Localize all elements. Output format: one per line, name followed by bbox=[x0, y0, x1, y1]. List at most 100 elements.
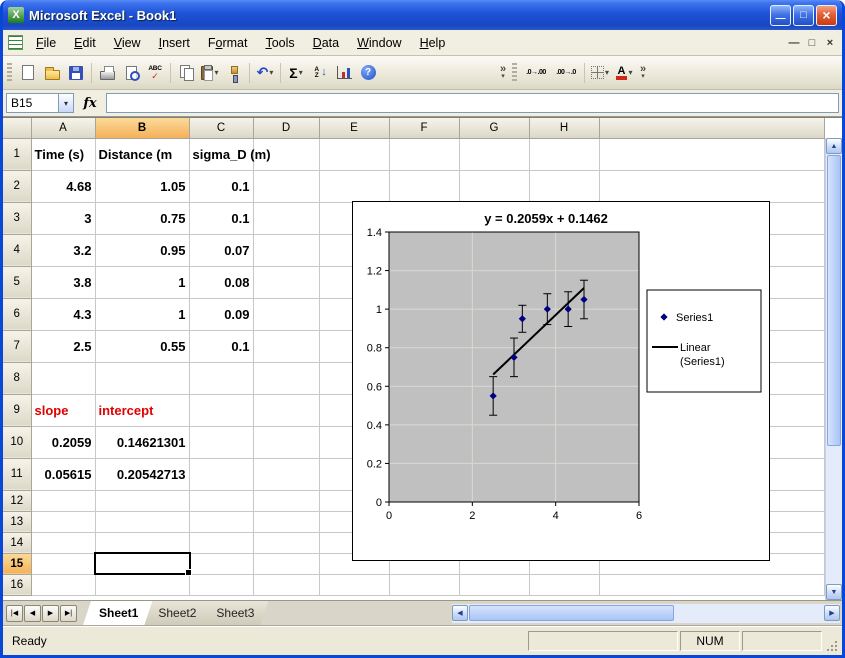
cell-B16[interactable] bbox=[95, 574, 189, 595]
open-button[interactable] bbox=[40, 61, 64, 85]
cell-C2[interactable]: 0.1 bbox=[189, 170, 253, 202]
row-header-15[interactable]: 15 bbox=[3, 553, 31, 574]
cell-D16[interactable] bbox=[253, 574, 319, 595]
scroll-right-button[interactable]: ▶ bbox=[824, 605, 840, 621]
cell-C10[interactable] bbox=[189, 426, 253, 458]
font-color-dropdown-icon[interactable]: ▾ bbox=[628, 68, 632, 77]
row-header-2[interactable]: 2 bbox=[3, 170, 31, 202]
row-header-8[interactable]: 8 bbox=[3, 362, 31, 394]
resize-grip[interactable] bbox=[824, 628, 840, 654]
column-header-c[interactable]: C bbox=[189, 118, 253, 138]
copy-button[interactable] bbox=[174, 61, 198, 85]
menu-data[interactable]: Data bbox=[304, 32, 348, 54]
print-button[interactable] bbox=[95, 61, 119, 85]
menu-file[interactable]: File bbox=[27, 32, 65, 54]
cell-C12[interactable] bbox=[189, 490, 253, 511]
cell-A10[interactable]: 0.2059 bbox=[31, 426, 95, 458]
cell-B2[interactable]: 1.05 bbox=[95, 170, 189, 202]
row-header-9[interactable]: 9 bbox=[3, 394, 31, 426]
cell-C13[interactable] bbox=[189, 511, 253, 532]
row-header-12[interactable]: 12 bbox=[3, 490, 31, 511]
cell-D9[interactable] bbox=[253, 394, 319, 426]
autosum-button[interactable]: Σ▾ bbox=[284, 61, 308, 85]
column-header-g[interactable]: G bbox=[459, 118, 529, 138]
cell-G16[interactable] bbox=[459, 574, 529, 595]
cell-C16[interactable] bbox=[189, 574, 253, 595]
menu-view[interactable]: View bbox=[105, 32, 150, 54]
help-button[interactable]: ? bbox=[356, 61, 380, 85]
cell-B10[interactable]: 0.14621301 bbox=[95, 426, 189, 458]
cell-D14[interactable] bbox=[253, 532, 319, 553]
cell-F2[interactable] bbox=[389, 170, 459, 202]
cell-A13[interactable] bbox=[31, 511, 95, 532]
borders-dropdown-icon[interactable]: ▾ bbox=[605, 68, 609, 77]
cell-D4[interactable] bbox=[253, 234, 319, 266]
cell-A1[interactable]: Time (s) bbox=[31, 138, 95, 170]
cell-C14[interactable] bbox=[189, 532, 253, 553]
maximize-button[interactable]: □ bbox=[793, 5, 814, 26]
column-header-b[interactable]: B bbox=[95, 118, 189, 138]
cell-B9[interactable]: intercept bbox=[95, 394, 189, 426]
undo-dropdown-icon[interactable]: ▾ bbox=[269, 68, 273, 77]
toolbar-grip[interactable] bbox=[512, 63, 517, 83]
cell-G1[interactable] bbox=[459, 138, 529, 170]
cell-B12[interactable] bbox=[95, 490, 189, 511]
cell-B4[interactable]: 0.95 bbox=[95, 234, 189, 266]
cell-A2[interactable]: 4.68 bbox=[31, 170, 95, 202]
cell-C15[interactable] bbox=[189, 553, 253, 574]
workbook-restore-button[interactable]: □ bbox=[803, 35, 821, 51]
cell-C11[interactable] bbox=[189, 458, 253, 490]
save-button[interactable] bbox=[64, 61, 88, 85]
cell-C9[interactable] bbox=[189, 394, 253, 426]
paste-dropdown-icon[interactable]: ▾ bbox=[214, 68, 218, 77]
row-header-3[interactable]: 3 bbox=[3, 202, 31, 234]
cell-A12[interactable] bbox=[31, 490, 95, 511]
sheet-tab-sheet2[interactable]: Sheet2 bbox=[142, 601, 210, 625]
cell-D3[interactable] bbox=[253, 202, 319, 234]
vertical-scroll-track[interactable] bbox=[826, 155, 842, 583]
toolbar-grip[interactable] bbox=[7, 63, 12, 83]
active-cell-selection[interactable] bbox=[94, 552, 191, 575]
toolbar-options-button[interactable]: »▾ bbox=[496, 65, 510, 80]
next-sheet-button[interactable]: ▶ bbox=[42, 605, 59, 622]
cell-E1[interactable] bbox=[319, 138, 389, 170]
cell-D11[interactable] bbox=[253, 458, 319, 490]
cell-D15[interactable] bbox=[253, 553, 319, 574]
cell-B8[interactable] bbox=[95, 362, 189, 394]
menu-format[interactable]: Format bbox=[199, 32, 257, 54]
column-header-d[interactable]: D bbox=[253, 118, 319, 138]
cell-D10[interactable] bbox=[253, 426, 319, 458]
row-header-7[interactable]: 7 bbox=[3, 330, 31, 362]
cell-F16[interactable] bbox=[389, 574, 459, 595]
cell-B13[interactable] bbox=[95, 511, 189, 532]
column-header-h[interactable]: H bbox=[529, 118, 599, 138]
cell-H2[interactable] bbox=[529, 170, 599, 202]
cell-H1[interactable] bbox=[529, 138, 599, 170]
horizontal-scrollbar[interactable]: ◀ ▶ bbox=[452, 604, 840, 623]
vertical-scrollbar[interactable]: ▲ ▼ bbox=[825, 138, 842, 600]
vertical-scroll-thumb[interactable] bbox=[827, 155, 841, 446]
format-painter-button[interactable] bbox=[222, 61, 246, 85]
autosum-dropdown-icon[interactable]: ▾ bbox=[299, 68, 303, 77]
decrease-decimal-button[interactable]: .00→.0 bbox=[551, 61, 581, 85]
cell-D2[interactable] bbox=[253, 170, 319, 202]
previous-sheet-button[interactable]: ◀ bbox=[24, 605, 41, 622]
horizontal-scroll-thumb[interactable] bbox=[469, 605, 674, 621]
horizontal-scroll-track[interactable] bbox=[469, 605, 823, 621]
cell-A5[interactable]: 3.8 bbox=[31, 266, 95, 298]
menu-window[interactable]: Window bbox=[348, 32, 410, 54]
cell-D5[interactable] bbox=[253, 266, 319, 298]
new-workbook-button[interactable] bbox=[16, 61, 40, 85]
cell-C7[interactable]: 0.1 bbox=[189, 330, 253, 362]
row-header-13[interactable]: 13 bbox=[3, 511, 31, 532]
cell-B1[interactable]: Distance (m bbox=[95, 138, 189, 170]
chart-wizard-button[interactable] bbox=[332, 61, 356, 85]
row-header-14[interactable]: 14 bbox=[3, 532, 31, 553]
cell-C6[interactable]: 0.09 bbox=[189, 298, 253, 330]
workbook-close-button[interactable]: × bbox=[821, 35, 839, 51]
cell-B11[interactable]: 0.20542713 bbox=[95, 458, 189, 490]
cell-B6[interactable]: 1 bbox=[95, 298, 189, 330]
cell-E16[interactable] bbox=[319, 574, 389, 595]
menu-tools[interactable]: Tools bbox=[256, 32, 303, 54]
cell-D12[interactable] bbox=[253, 490, 319, 511]
